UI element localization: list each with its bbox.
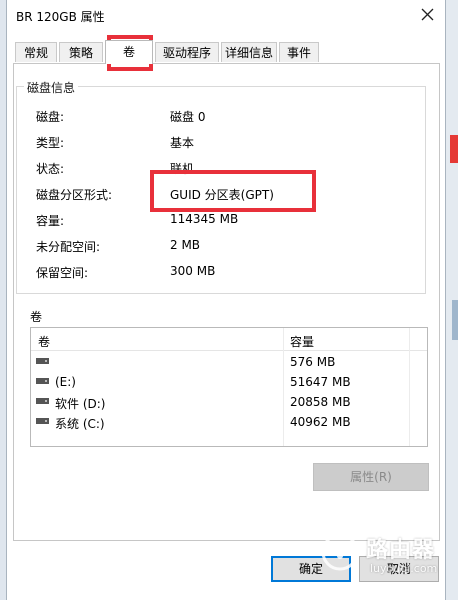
capacity-value: 114345 MB — [170, 212, 239, 226]
window-title: BR 120GB 属性 — [16, 10, 105, 24]
unallocated-label: 未分配空间: — [36, 240, 101, 254]
tab-policies[interactable]: 策略 — [59, 42, 103, 62]
partition-style-value: GUID 分区表(GPT) — [170, 188, 274, 202]
disk-value: 磁盘 0 — [170, 110, 206, 124]
volumes-list-header: 卷 容量 — [31, 328, 427, 351]
background-red-mark — [450, 135, 458, 163]
close-button[interactable] — [415, 2, 441, 28]
tab-driver[interactable]: 驱动程序 — [155, 42, 219, 62]
close-icon — [421, 8, 434, 21]
column-header-volume[interactable]: 卷 — [38, 333, 50, 350]
volume-name: 系统 (C:) — [55, 417, 105, 431]
volume-properties-button[interactable]: 属性(R) — [313, 463, 429, 491]
tab-volumes[interactable]: 卷 — [105, 40, 153, 64]
volume-capacity: 51647 MB — [290, 375, 351, 389]
drive-icon — [36, 398, 49, 404]
volume-row[interactable]: 系统 (C:) 40962 MB — [31, 412, 427, 432]
disk-label: 磁盘: — [36, 110, 65, 124]
tab-strip: 常规 策略 卷 驱动程序 详细信息 事件 — [13, 40, 443, 64]
volume-row[interactable]: 软件 (D:) 20858 MB — [31, 392, 427, 412]
unallocated-value: 2 MB — [170, 238, 201, 252]
cancel-button[interactable]: 取消 — [359, 556, 439, 582]
status-value: 联机 — [170, 162, 195, 176]
volume-row[interactable]: (E:) 51647 MB — [31, 372, 427, 392]
reserved-value: 300 MB — [170, 264, 216, 278]
tab-general[interactable]: 常规 — [15, 42, 57, 62]
column-header-capacity[interactable]: 容量 — [290, 333, 314, 350]
type-label: 类型: — [36, 136, 65, 150]
volume-row[interactable]: 576 MB — [31, 352, 427, 372]
volume-name: (E:) — [55, 375, 76, 389]
partition-style-label: 磁盘分区形式: — [36, 188, 113, 202]
status-label: 状态: — [36, 162, 65, 176]
tab-details[interactable]: 详细信息 — [221, 42, 277, 62]
volume-capacity: 20858 MB — [290, 395, 351, 409]
drive-icon — [36, 358, 49, 364]
tab-events[interactable]: 事件 — [279, 42, 319, 62]
ok-button[interactable]: 确定 — [271, 556, 351, 582]
reserved-label: 保留空间: — [36, 266, 89, 280]
disk-info-legend: 磁盘信息 — [24, 79, 79, 96]
type-value: 基本 — [170, 136, 195, 150]
volumes-title: 卷 — [30, 310, 43, 324]
volume-capacity: 40962 MB — [290, 415, 351, 429]
capacity-label: 容量: — [36, 214, 65, 228]
drive-icon — [36, 378, 49, 384]
title-bar: BR 120GB 属性 — [7, 0, 445, 32]
volume-name: 软件 (D:) — [55, 397, 106, 411]
volume-capacity: 576 MB — [290, 355, 336, 369]
drive-icon — [36, 418, 49, 424]
volumes-list[interactable]: 卷 容量 576 MB (E:) 51647 MB 软件 (D:) 20858 … — [30, 327, 428, 447]
background-blue-mark — [452, 300, 458, 340]
